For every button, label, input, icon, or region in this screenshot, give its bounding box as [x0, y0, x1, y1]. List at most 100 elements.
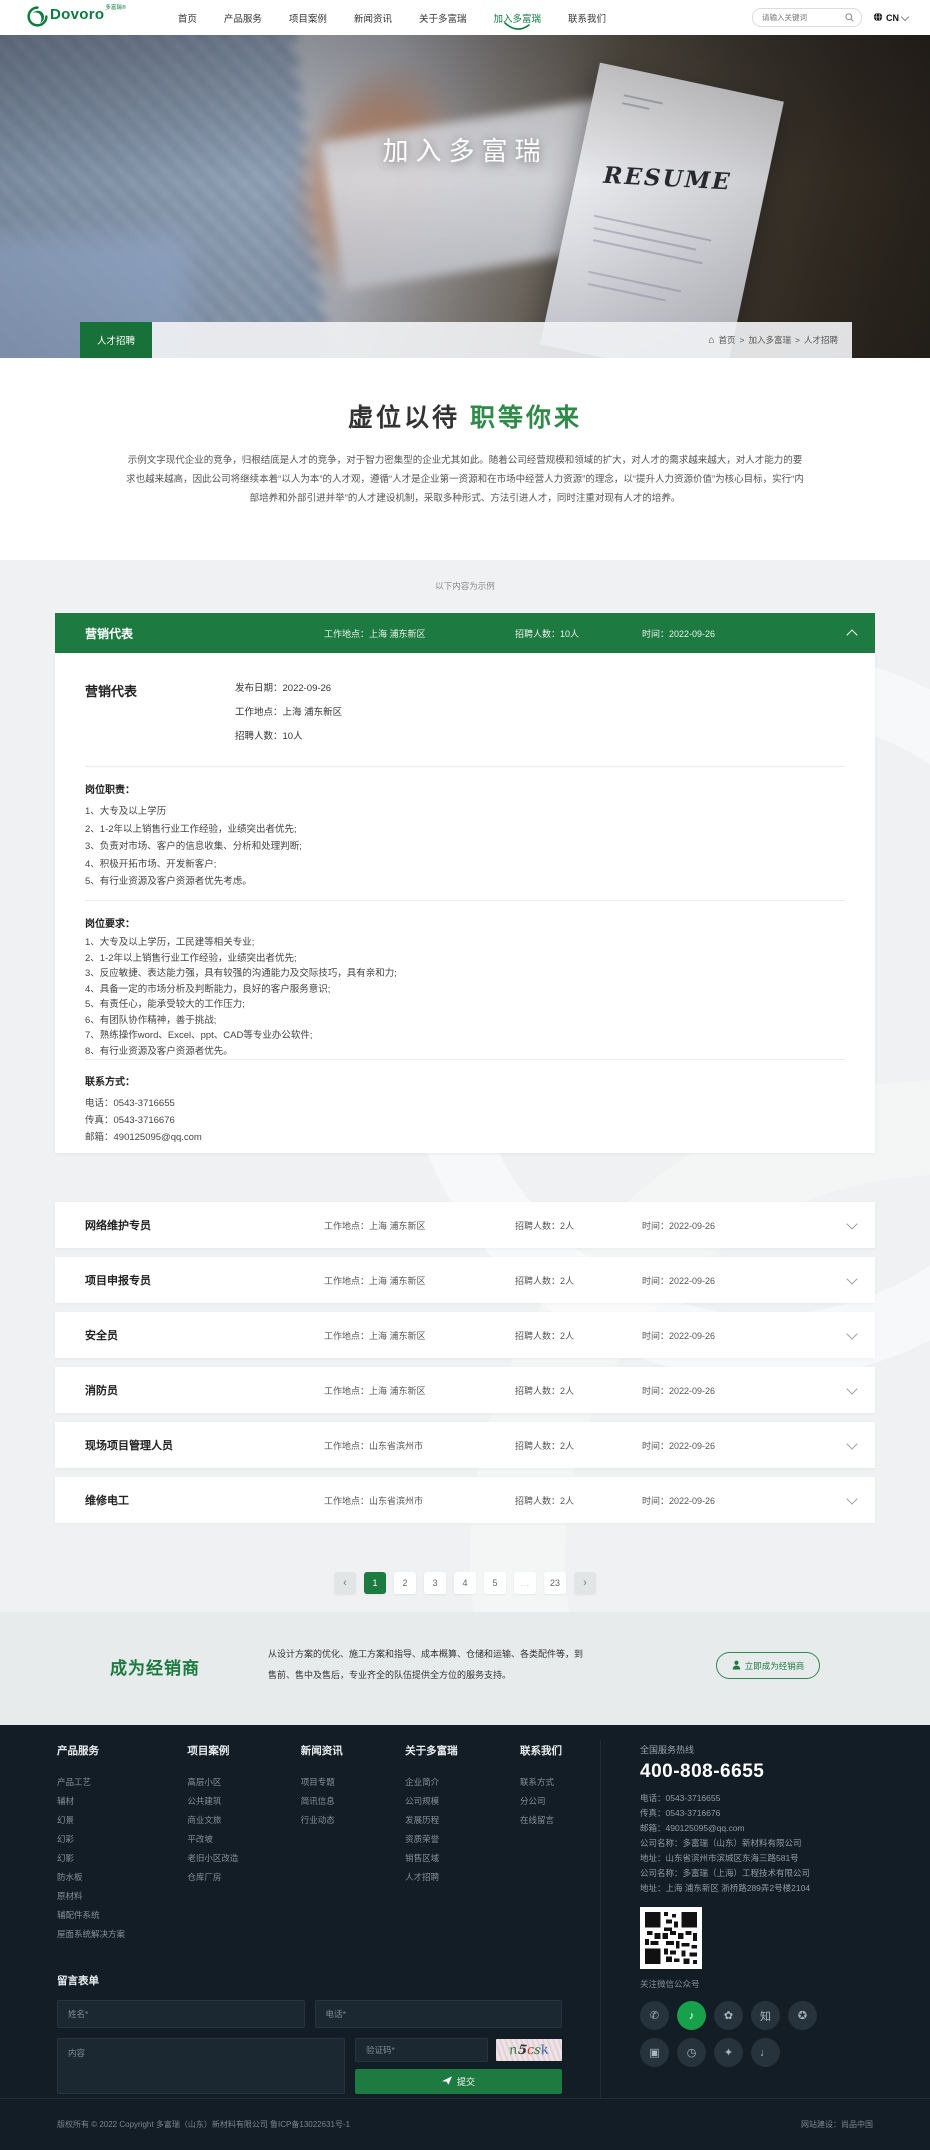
nav-cases[interactable]: 项目案例 — [289, 7, 327, 29]
footer-link[interactable]: 商业文旅 — [187, 1811, 238, 1830]
footer-col-products: 产品服务 产品工艺 辅材 幻景 幻彩 幻影 防水板 原材料 辅配件系统 屋面系统… — [57, 1743, 125, 1944]
job-row-fire[interactable]: 消防员 工作地点：上海 浦东新区 招聘人数：2人 时间：2022-09-26 — [55, 1367, 875, 1413]
job-row-network[interactable]: 网络维护专员 工作地点：上海 浦东新区 招聘人数：2人 时间：2022-09-2… — [55, 1202, 875, 1248]
job-row-electrician[interactable]: 维修电工 工作地点：山东省滨州市 招聘人数：2人 时间：2022-09-26 — [55, 1477, 875, 1523]
chevron-down-icon[interactable] — [846, 1328, 857, 1339]
footer-link[interactable]: 联系方式 — [520, 1773, 562, 1792]
footer-link[interactable]: 辅材 — [57, 1792, 125, 1811]
footer-link[interactable]: 老旧小区改造 — [187, 1849, 238, 1868]
page-2[interactable]: 2 — [394, 1572, 416, 1594]
captcha-image[interactable]: n 5 c s k — [496, 2039, 562, 2061]
job-row-site-manager[interactable]: 现场项目管理人员 工作地点：山东省滨州市 招聘人数：2人 时间：2022-09-… — [55, 1422, 875, 1468]
footer-link[interactable]: 幻影 — [57, 1849, 125, 1868]
page-5[interactable]: 5 — [484, 1572, 506, 1594]
footer-link[interactable]: 平改坡 — [187, 1830, 238, 1849]
kuaishou-icon[interactable]: ✦ — [714, 2038, 743, 2067]
weibo-icon[interactable]: ✪ — [788, 2001, 817, 2030]
footer-link[interactable]: 行业动态 — [301, 1811, 343, 1830]
xiaohongshu-icon[interactable]: ✿ — [714, 2001, 743, 2030]
logo-subtitle: 多富瑞® — [105, 5, 126, 12]
page-1[interactable]: 1 — [364, 1572, 386, 1594]
job-location: 工作地点：山东省滨州市 — [324, 1494, 515, 1507]
nav-join[interactable]: 加入多富瑞 — [493, 7, 541, 29]
language-selector[interactable]: CN — [873, 12, 908, 24]
nav-products[interactable]: 产品服务 — [224, 7, 262, 29]
requirement-item: 1、大专及以上学历，工民建等相关专业; — [85, 935, 845, 951]
footer-link[interactable]: 仓库厂房 — [187, 1868, 238, 1887]
footer-link[interactable]: 资质荣誉 — [405, 1830, 458, 1849]
chevron-down-icon[interactable] — [846, 1493, 857, 1504]
footer-contact-block: 全国服务热线 400-808-6655 电话：0543-3716655 传真：0… — [640, 1743, 885, 2067]
footer-col-title: 项目案例 — [187, 1743, 238, 1758]
page-3[interactable]: 3 — [424, 1572, 446, 1594]
site-builder[interactable]: 网站建设：尚品中国 — [801, 2119, 873, 2130]
footer-col-title: 关于多富瑞 — [405, 1743, 458, 1758]
hero-vignette — [0, 35, 930, 358]
chevron-down-icon[interactable] — [846, 1218, 857, 1229]
footer-link[interactable]: 公共建筑 — [187, 1792, 238, 1811]
breadcrumb-join[interactable]: 加入多富瑞 — [749, 334, 792, 346]
footer-link[interactable]: 销售区域 — [405, 1849, 458, 1868]
footer-link[interactable]: 在线留言 — [520, 1811, 562, 1830]
zhihu-icon[interactable]: 知 — [751, 2001, 780, 2030]
job-location: 工作地点：上海 浦东新区 — [324, 627, 515, 640]
divider — [85, 766, 845, 767]
footer-link[interactable]: 产品工艺 — [57, 1773, 125, 1792]
footer-link[interactable]: 幻景 — [57, 1811, 125, 1830]
footer-link[interactable]: 项目专题 — [301, 1773, 343, 1792]
message-form: 留言表单 n 5 c s k — [57, 1973, 562, 2094]
douyin-icon[interactable]: ♪ — [677, 2001, 706, 2030]
page-4[interactable]: 4 — [454, 1572, 476, 1594]
wechat-icon[interactable]: ✆ — [640, 2001, 669, 2030]
footer-link[interactable]: 屋面系统解决方案 — [57, 1925, 125, 1944]
footer-link[interactable]: 人才招聘 — [405, 1868, 458, 1887]
home-icon: ⌂ — [708, 335, 714, 346]
become-dealer-button[interactable]: 立即成为经销商 — [716, 1652, 820, 1679]
job-header-marketing[interactable]: 营销代表 工作地点：上海 浦东新区 招聘人数：10人 时间：2022-09-26 — [55, 613, 875, 653]
logo-text: Dovoro — [50, 4, 104, 25]
chevron-up-icon[interactable] — [846, 629, 857, 640]
prev-page-button[interactable]: ‹ — [334, 1572, 356, 1594]
phone-field[interactable] — [315, 2000, 563, 2028]
chevron-down-icon[interactable] — [846, 1438, 857, 1449]
nav-home[interactable]: 首页 — [178, 7, 197, 29]
company-name-2: 公司名称：多富瑞（上海）工程技术有限公司 — [640, 1866, 885, 1881]
footer-link[interactable]: 企业简介 — [405, 1773, 458, 1792]
captcha-field[interactable] — [355, 2038, 488, 2062]
chevron-down-icon[interactable] — [846, 1383, 857, 1394]
footer-link[interactable]: 简讯信息 — [301, 1792, 343, 1811]
footer-link[interactable]: 分公司 — [520, 1792, 562, 1811]
footer-col-contact: 联系我们 联系方式 分公司 在线留言 — [520, 1743, 562, 1944]
footer-link[interactable]: 辅配件系统 — [57, 1906, 125, 1925]
footer-link[interactable]: 防水板 — [57, 1868, 125, 1887]
bilibili-icon[interactable]: ▣ — [640, 2038, 669, 2067]
duty-item: 1、大专及以上学历 — [85, 803, 845, 821]
nav-news[interactable]: 新闻资讯 — [354, 7, 392, 29]
duty-item: 4、积极开拓市场、开发新客户; — [85, 856, 845, 874]
search-input[interactable] — [760, 12, 845, 23]
job-row-declare[interactable]: 项目申报专员 工作地点：上海 浦东新区 招聘人数：2人 时间：2022-09-2… — [55, 1257, 875, 1303]
name-field[interactable] — [57, 2000, 305, 2028]
submit-button[interactable]: 提交 — [355, 2069, 562, 2094]
footer-link[interactable]: 高层小区 — [187, 1773, 238, 1792]
page-23[interactable]: 23 — [544, 1572, 566, 1594]
job-row-safety[interactable]: 安全员 工作地点：上海 浦东新区 招聘人数：2人 时间：2022-09-26 — [55, 1312, 875, 1358]
breadcrumb-home[interactable]: 首页 — [719, 334, 736, 346]
footer-link[interactable]: 公司规模 — [405, 1792, 458, 1811]
nav-contact[interactable]: 联系我们 — [568, 7, 606, 29]
job-count: 招聘人数：2人 — [515, 1274, 642, 1287]
chevron-down-icon[interactable] — [846, 1273, 857, 1284]
logo[interactable]: Dovoro 多富瑞® — [27, 4, 126, 32]
nav-about[interactable]: 关于多富瑞 — [419, 7, 467, 29]
search-icon[interactable] — [845, 9, 854, 27]
tab-recruitment[interactable]: 人才招聘 — [80, 322, 152, 358]
footer-link[interactable]: 原材料 — [57, 1887, 125, 1906]
job-count: 招聘人数：2人 — [515, 1384, 642, 1397]
clock-icon[interactable]: ◷ — [677, 2038, 706, 2067]
footer-link[interactable]: 发展历程 — [405, 1811, 458, 1830]
content-field[interactable] — [57, 2038, 345, 2094]
next-page-button[interactable]: › — [574, 1572, 596, 1594]
breadcrumb-sep: > — [740, 335, 745, 345]
footer-link[interactable]: 幻彩 — [57, 1830, 125, 1849]
bell-icon[interactable]: ♩ — [751, 2038, 780, 2067]
